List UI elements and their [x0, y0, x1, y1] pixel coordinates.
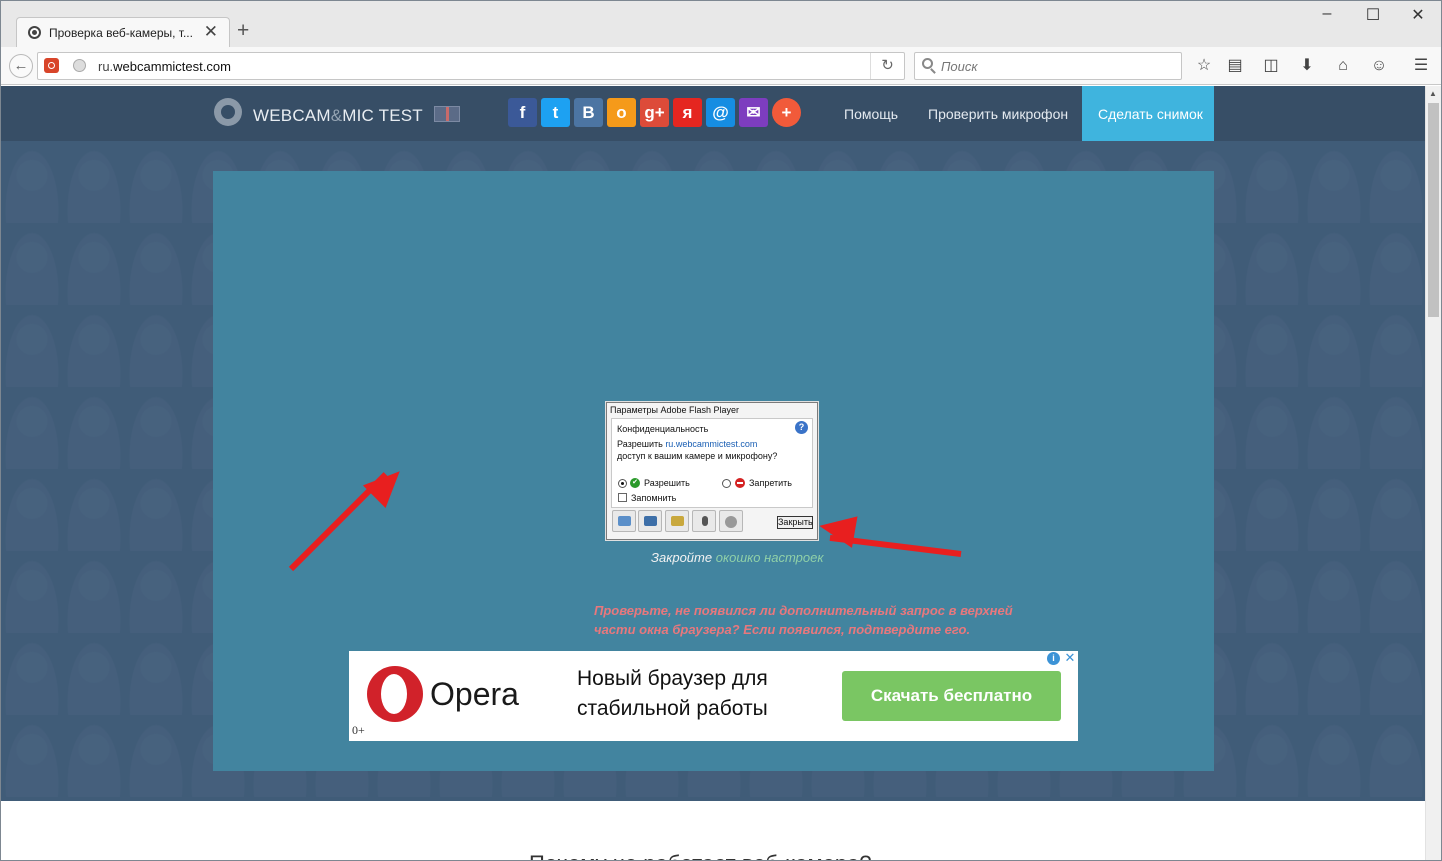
- email-icon[interactable]: ✉: [739, 98, 768, 127]
- tab-strip: Проверка веб-камеры, т... ✕ + – ☐ ✕: [1, 1, 1441, 48]
- search-icon: [922, 58, 933, 69]
- ad-info-icon[interactable]: i: [1047, 652, 1060, 665]
- allow-question-line1: Разрешить ru.webcammictest.com: [617, 439, 758, 449]
- site-logo[interactable]: WEBCAM&MIC TEST: [253, 106, 423, 126]
- scrollbar-thumb[interactable]: [1428, 103, 1439, 317]
- vk-icon[interactable]: B: [574, 98, 603, 127]
- opera-logo-icon: [367, 666, 423, 722]
- ad-brand: Opera: [430, 676, 519, 712]
- microphone-settings-icon[interactable]: [692, 510, 716, 532]
- ad-age-rating: 0+: [352, 723, 365, 737]
- deny-radio[interactable]: [722, 479, 731, 488]
- flash-dialog-title: Параметры Adobe Flash Player: [610, 405, 740, 415]
- maximize-button[interactable]: ☐: [1353, 5, 1393, 25]
- allow-check-icon: ✔: [630, 478, 640, 488]
- tab-title: Проверка веб-камеры, т...: [49, 26, 193, 40]
- remember-checkbox[interactable]: [618, 493, 627, 502]
- ad-close-icon[interactable]: ✕: [1063, 651, 1077, 665]
- deny-label[interactable]: Запретить: [749, 478, 792, 488]
- allow-label[interactable]: Разрешить: [644, 478, 690, 488]
- bookmarks-list-icon[interactable]: ▤: [1225, 56, 1245, 76]
- nav-take-snapshot[interactable]: Сделать снимок: [1082, 86, 1214, 141]
- privacy-panel: Конфиденциальность ? Разрешить ru.webcam…: [611, 418, 813, 508]
- tab-close-icon[interactable]: ✕: [204, 22, 218, 42]
- navigation-toolbar: ← ru.webcammictest.com ↻ Поиск ☆ ▤ ◫ ⬇ ⌂…: [1, 47, 1441, 85]
- yandex-icon[interactable]: я: [673, 98, 702, 127]
- close-window-button[interactable]: ✕: [1398, 5, 1438, 25]
- home-icon[interactable]: ⌂: [1333, 56, 1353, 76]
- close-button[interactable]: Закрыть: [777, 516, 813, 529]
- display-settings-icon[interactable]: [612, 510, 636, 532]
- hello-chat-icon[interactable]: ☺: [1369, 56, 1389, 76]
- allow-question-line2: доступ к вашим камере и микрофону?: [617, 451, 778, 461]
- site-identity-icon[interactable]: [44, 58, 59, 73]
- close-settings-hint: Закройте окошко настроек: [651, 550, 824, 565]
- uk-flag-language-icon[interactable]: [434, 106, 460, 122]
- scroll-up-arrow-icon[interactable]: ▲: [1429, 89, 1437, 98]
- search-input[interactable]: Поиск: [914, 52, 1182, 80]
- privacy-settings-icon[interactable]: [638, 510, 662, 532]
- nav-check-microphone[interactable]: Проверить микрофон: [928, 106, 1068, 122]
- red-arrow-head-allow: [362, 459, 412, 509]
- deny-stop-icon: [735, 478, 745, 488]
- lower-content: Почему не работает веб-камера?: [1, 801, 1425, 860]
- section-heading: Почему не работает веб-камера?: [529, 851, 872, 860]
- site-header: WEBCAM&MIC TEST f t Bo g+ я @ ✉ + Помощь Провер…: [1, 86, 1425, 141]
- help-icon[interactable]: ?: [795, 421, 808, 434]
- ad-download-button[interactable]: Скачать бесплатно: [842, 671, 1061, 721]
- allow-radio[interactable]: [618, 479, 627, 488]
- new-tab-button[interactable]: +: [237, 19, 249, 43]
- twitter-icon[interactable]: t: [541, 98, 570, 127]
- minimize-button[interactable]: –: [1307, 5, 1347, 23]
- pocket-icon[interactable]: ◫: [1261, 56, 1281, 76]
- vertical-scrollbar[interactable]: ▲: [1425, 86, 1441, 860]
- browser-prompt-warning: Проверьте, не появился ли дополнительный…: [594, 603, 1013, 637]
- more-share-icon[interactable]: +: [772, 98, 801, 127]
- active-tab[interactable]: Проверка веб-камеры, т... ✕: [16, 17, 230, 48]
- mailru-icon[interactable]: @: [706, 98, 735, 127]
- web-page: WEBCAM&MIC TEST f t Bo g+ я @ ✉ + Помощь Провер…: [1, 86, 1425, 860]
- ad-headline: Новый браузер для стабильной работы: [577, 667, 768, 720]
- menu-icon[interactable]: ☰: [1411, 56, 1431, 76]
- remember-label[interactable]: Запомнить: [631, 493, 676, 503]
- red-arrow-head-close: [816, 510, 858, 548]
- privacy-heading: Конфиденциальность: [617, 424, 709, 434]
- browser-window: Проверка веб-камеры, т... ✕ + – ☐ ✕ ← ru…: [0, 0, 1442, 861]
- facebook-icon[interactable]: f: [508, 98, 537, 127]
- bookmark-star-icon[interactable]: ☆: [1194, 56, 1214, 76]
- reload-icon[interactable]: ↻: [870, 53, 904, 79]
- flash-settings-dialog: Параметры Adobe Flash Player Конфиденциа…: [606, 402, 818, 540]
- globe-icon: [73, 59, 86, 72]
- nav-help[interactable]: Помощь: [844, 106, 898, 122]
- odnoklassniki-icon[interactable]: o: [607, 98, 636, 127]
- google-plus-icon[interactable]: g+: [640, 98, 669, 127]
- webcam-logo-icon[interactable]: [214, 98, 242, 130]
- url-text: ru.webcammictest.com: [98, 59, 231, 74]
- search-placeholder: Поиск: [941, 59, 978, 74]
- downloads-icon[interactable]: ⬇: [1297, 56, 1317, 76]
- local-storage-icon[interactable]: [665, 510, 689, 532]
- webcam-favicon-icon: [28, 26, 41, 39]
- address-bar[interactable]: ru.webcammictest.com ↻: [37, 52, 905, 80]
- opera-ad-banner[interactable]: Opera 0+ Новый браузер для стабильной раб…: [349, 651, 1078, 741]
- back-button[interactable]: ←: [9, 54, 33, 78]
- camera-settings-icon[interactable]: [719, 510, 743, 532]
